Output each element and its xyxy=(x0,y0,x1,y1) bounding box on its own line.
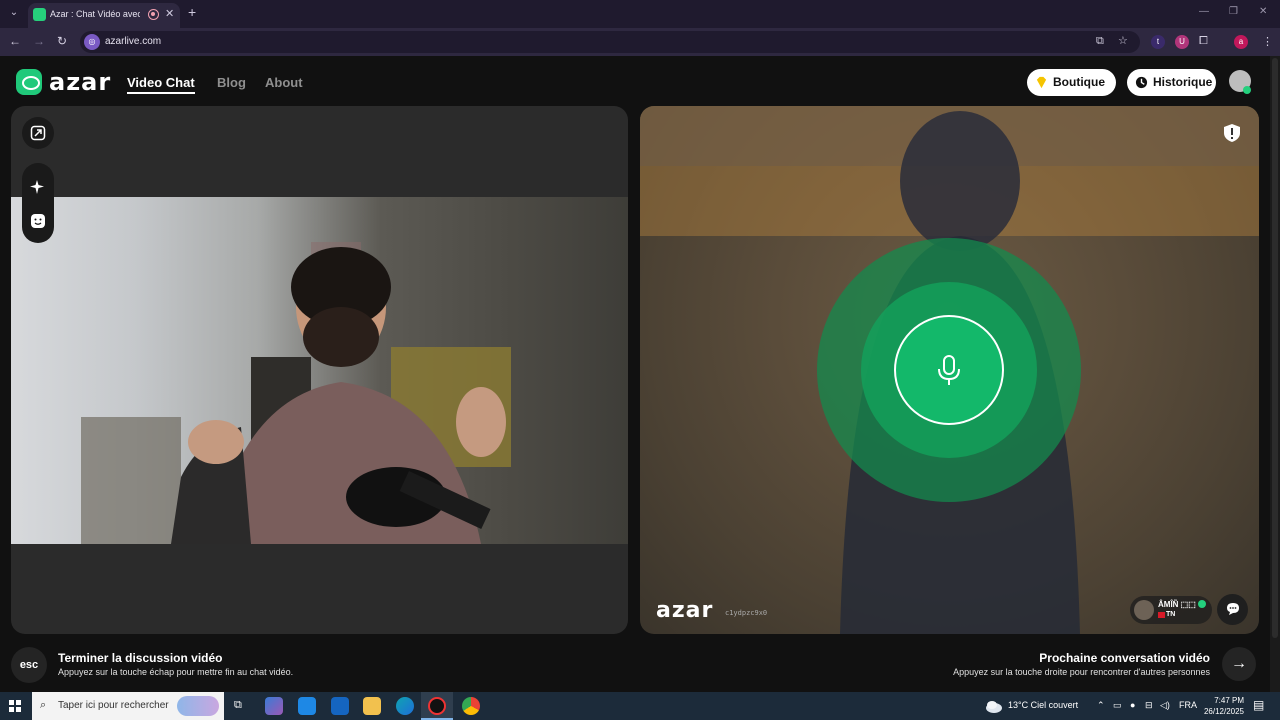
remote-user-chip[interactable]: ÂMÎÑ ⬚⬚ TN xyxy=(1130,596,1212,624)
minimize-icon[interactable]: — xyxy=(1199,6,1209,17)
remote-video-panel: azar c1ydpzc9x0 ÂMÎÑ ⬚⬚ TN xyxy=(640,106,1259,634)
weather-cloud-icon xyxy=(986,701,1002,713)
tunisia-flag-icon xyxy=(1158,612,1165,618)
nav-about[interactable]: About xyxy=(265,75,303,90)
close-window-icon[interactable]: ✕ xyxy=(1259,6,1267,17)
end-chat-title: Terminer la discussion vidéo xyxy=(58,651,223,665)
expand-video-button[interactable] xyxy=(22,117,54,149)
mic-tray-icon[interactable]: ● xyxy=(1130,700,1135,710)
next-chat-button[interactable]: → xyxy=(1222,647,1256,681)
volume-icon[interactable]: ◁) xyxy=(1160,700,1170,711)
self-video-image xyxy=(81,242,511,544)
back-icon[interactable]: ← xyxy=(9,34,21,48)
browser-toolbar: ← → ↻ ◎ azarlive.com ⧉ ☆ t U ⧠ a ⋮ xyxy=(0,28,1280,56)
recording-icon xyxy=(148,9,159,20)
verified-badge-icon xyxy=(1198,600,1206,608)
windows-start-icon[interactable] xyxy=(9,700,21,712)
azar-logo-text: azar xyxy=(49,68,112,96)
new-tab-button[interactable]: + xyxy=(188,4,196,20)
chat-button[interactable] xyxy=(1217,594,1248,625)
self-video-panel xyxy=(11,106,628,634)
next-chat-subtitle: Appuyez sur la touche droite pour rencon… xyxy=(953,667,1210,677)
remote-watermark-logo: azar xyxy=(656,598,714,623)
boutique-label: Boutique xyxy=(1053,75,1105,89)
search-icon: ⌕ xyxy=(40,699,47,711)
file-explorer-icon[interactable] xyxy=(363,697,381,715)
extension-t-icon[interactable]: t xyxy=(1151,35,1165,49)
nav-active-underline xyxy=(127,92,195,94)
address-bar[interactable]: ◎ azarlive.com ⧉ ☆ xyxy=(80,31,1140,53)
copilot-icon[interactable] xyxy=(265,697,283,715)
extension-u-icon[interactable]: U xyxy=(1175,35,1189,49)
remote-user-name: ÂMÎÑ ⬚⬚ xyxy=(1158,600,1196,609)
browser-tabstrip: ⌄ Azar : Chat Vidéo avec de n ✕ + — ❐ ✕ xyxy=(0,0,1280,28)
nav-video-chat[interactable]: Video Chat xyxy=(127,75,195,90)
store-icon[interactable] xyxy=(298,697,316,715)
online-status-dot xyxy=(1243,86,1251,94)
remote-user-country: TN xyxy=(1166,611,1176,618)
search-placeholder: Taper ici pour rechercher xyxy=(58,700,169,711)
profile-avatar[interactable]: a xyxy=(1234,35,1248,49)
tab-search-icon[interactable]: ⌄ xyxy=(6,5,22,21)
network-icon[interactable]: ▭ xyxy=(1113,700,1122,711)
task-view-icon[interactable]: ⧉ xyxy=(234,699,242,712)
extensions-puzzle-icon[interactable]: ⧠ xyxy=(1199,35,1208,48)
windows-taskbar: ⌕ Taper ici pour rechercher ⧉ 13°C Ciel … xyxy=(0,692,1280,720)
sparkle-icon xyxy=(30,180,44,194)
notifications-icon[interactable]: ▤ xyxy=(1253,698,1264,712)
effects-toolbar xyxy=(22,163,54,243)
remote-user-avatar xyxy=(1134,600,1154,620)
mail-icon[interactable] xyxy=(331,697,349,715)
usb-tray-icon[interactable]: ⊟ xyxy=(1145,700,1153,711)
nav-blog[interactable]: Blog xyxy=(217,75,246,90)
microphone-icon xyxy=(938,355,960,385)
diamond-icon xyxy=(1036,76,1047,89)
edge-icon[interactable] xyxy=(396,697,414,715)
end-chat-subtitle: Appuyez sur la touche échap pour mettre … xyxy=(58,667,294,677)
restore-icon[interactable]: ❐ xyxy=(1229,6,1238,17)
azar-logo-mark-icon xyxy=(16,69,42,95)
system-clock[interactable]: 7:47 PM 26/12/2025 xyxy=(1198,695,1244,717)
next-chat-title: Prochaine conversation vidéo xyxy=(1039,651,1210,665)
language-indicator[interactable]: FRA xyxy=(1179,700,1197,710)
sparkle-effects-button[interactable] xyxy=(22,171,54,203)
session-code: c1ydpzc9x0 xyxy=(725,609,768,617)
tab-title: Azar : Chat Vidéo avec de n xyxy=(50,9,140,19)
reload-icon[interactable]: ↻ xyxy=(57,34,67,48)
esc-button[interactable]: esc xyxy=(11,647,47,683)
bookmark-star-icon[interactable]: ☆ xyxy=(1118,34,1128,47)
page-scrollbar-thumb[interactable] xyxy=(1272,58,1278,638)
clock-icon xyxy=(1135,76,1148,89)
clock-date: 26/12/2025 xyxy=(1203,707,1244,716)
url-text[interactable]: azarlive.com xyxy=(105,36,161,47)
taskbar-search[interactable]: ⌕ Taper ici pour rechercher xyxy=(32,692,224,720)
clock-time: 7:47 PM xyxy=(1214,696,1244,705)
browser-menu-icon[interactable]: ⋮ xyxy=(1262,35,1273,48)
historique-label: Historique xyxy=(1153,75,1213,89)
tray-overflow-icon[interactable]: ⌃ xyxy=(1097,700,1105,711)
browser-tab[interactable]: Azar : Chat Vidéo avec de n ✕ xyxy=(28,3,180,28)
recorder-app-icon[interactable] xyxy=(428,697,446,715)
expand-icon xyxy=(30,125,46,141)
install-app-icon[interactable]: ⧉ xyxy=(1096,35,1104,48)
search-highlight-image xyxy=(177,696,219,716)
face-filter-button[interactable] xyxy=(22,205,54,237)
site-info-icon[interactable]: ◎ xyxy=(84,34,100,50)
report-shield-icon[interactable] xyxy=(1223,123,1241,143)
azar-favicon-icon xyxy=(33,8,46,21)
face-filter-icon xyxy=(31,214,45,228)
boutique-button[interactable]: Boutique xyxy=(1027,69,1116,96)
bottom-controls: esc Terminer la discussion vidéo Appuyez… xyxy=(0,634,1270,692)
chrome-icon[interactable] xyxy=(462,697,480,715)
historique-button[interactable]: Historique xyxy=(1127,69,1216,96)
weather-text[interactable]: 13°C Ciel couvert xyxy=(1008,700,1078,710)
forward-icon[interactable]: → xyxy=(33,34,45,48)
chat-bubble-icon xyxy=(1226,603,1239,615)
self-video-feed xyxy=(11,197,628,544)
close-tab-icon[interactable]: ✕ xyxy=(165,7,174,20)
azar-app: azar Video Chat Blog About Boutique Hist… xyxy=(0,56,1280,692)
